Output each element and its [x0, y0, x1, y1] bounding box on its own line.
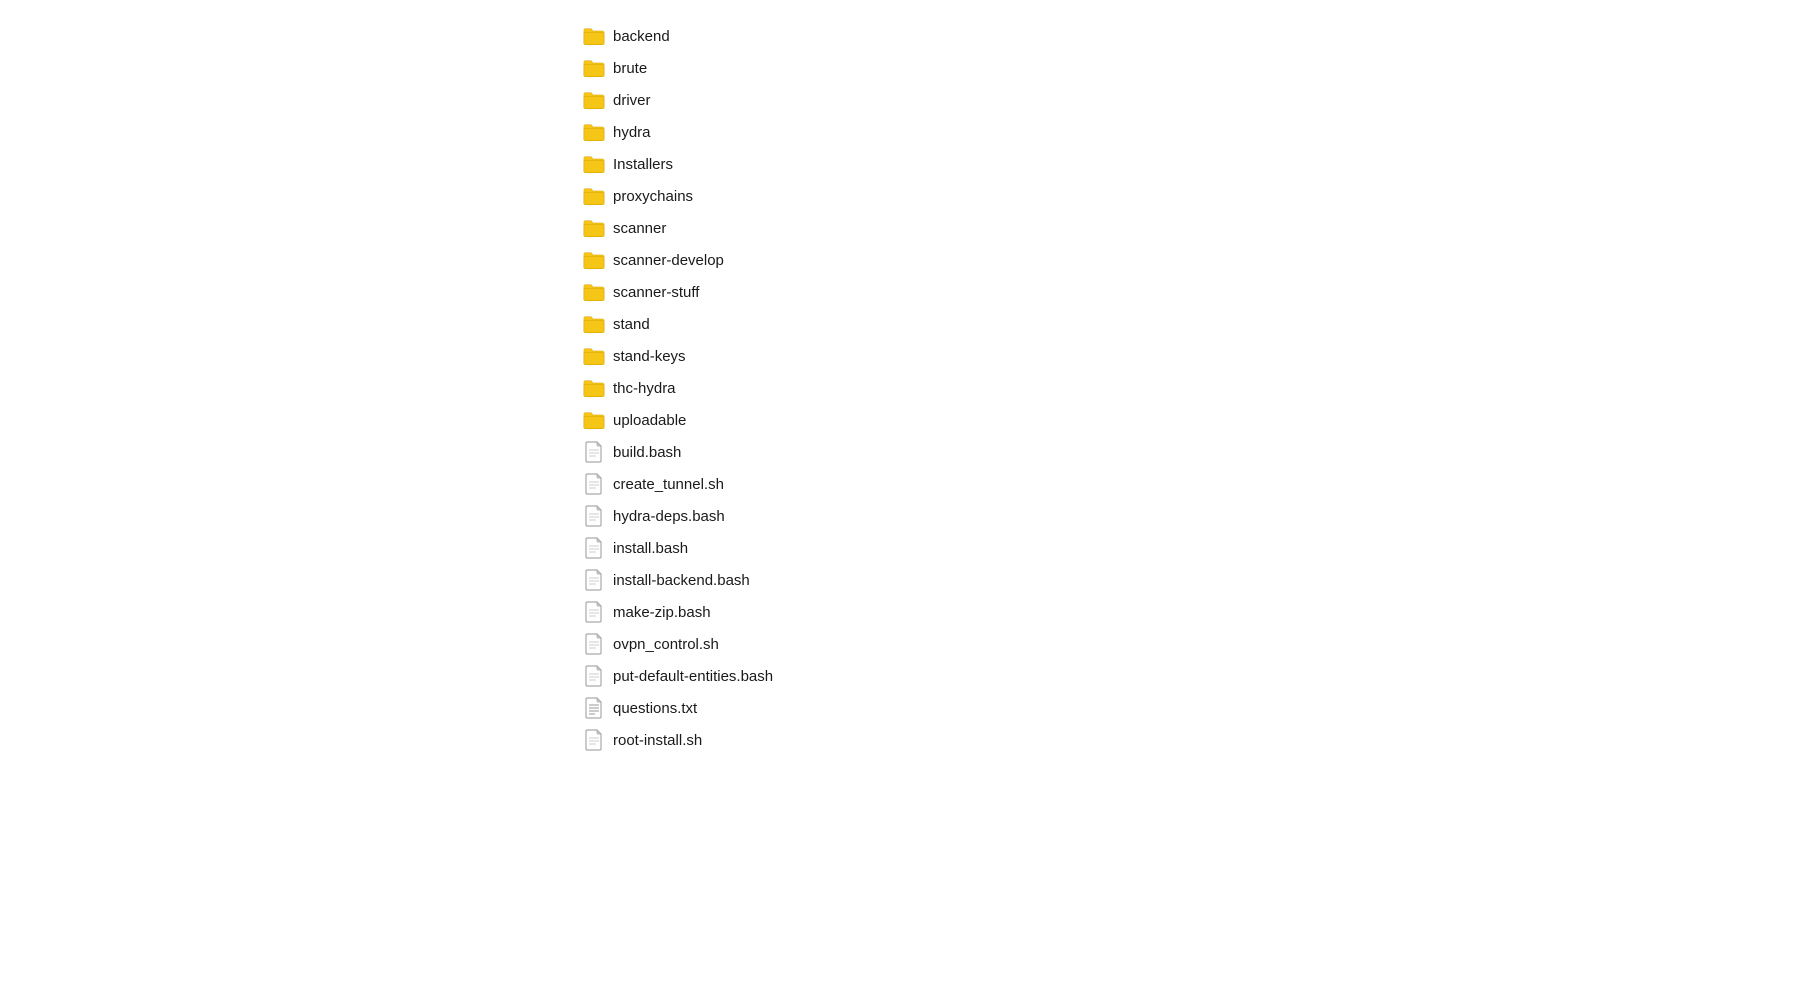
item-name: hydra: [613, 124, 651, 141]
file-icon: [583, 633, 605, 655]
file-icon: [583, 537, 605, 559]
list-item[interactable]: install.bash: [575, 532, 1800, 564]
file-icon: [583, 505, 605, 527]
list-item[interactable]: create_tunnel.sh: [575, 468, 1800, 500]
item-name: build.bash: [613, 444, 681, 461]
item-name: scanner: [613, 220, 666, 237]
item-name: scanner-develop: [613, 252, 724, 269]
item-name: backend: [613, 28, 670, 45]
item-name: install-backend.bash: [613, 572, 750, 589]
list-item[interactable]: hydra-deps.bash: [575, 500, 1800, 532]
item-name: root-install.sh: [613, 732, 702, 749]
file-list: backend brute driver hydra Installers pr…: [575, 0, 1800, 776]
folder-icon: [583, 89, 605, 111]
list-item[interactable]: hydra: [575, 116, 1800, 148]
folder-icon: [583, 153, 605, 175]
folder-icon: [583, 25, 605, 47]
file-icon: [583, 569, 605, 591]
list-item[interactable]: stand: [575, 308, 1800, 340]
item-name: install.bash: [613, 540, 688, 557]
list-item[interactable]: Installers: [575, 148, 1800, 180]
item-name: hydra-deps.bash: [613, 508, 725, 525]
file-icon: [583, 665, 605, 687]
item-name: Installers: [613, 156, 673, 173]
item-name: stand-keys: [613, 348, 686, 365]
list-item[interactable]: uploadable: [575, 404, 1800, 436]
folder-icon: [583, 217, 605, 239]
file-icon: [583, 601, 605, 623]
file-icon: [583, 729, 605, 751]
list-item[interactable]: scanner-develop: [575, 244, 1800, 276]
folder-icon: [583, 377, 605, 399]
item-name: scanner-stuff: [613, 284, 699, 301]
list-item[interactable]: root-install.sh: [575, 724, 1800, 756]
folder-icon: [583, 57, 605, 79]
item-name: driver: [613, 92, 651, 109]
list-item[interactable]: scanner-stuff: [575, 276, 1800, 308]
list-item[interactable]: brute: [575, 52, 1800, 84]
item-name: make-zip.bash: [613, 604, 711, 621]
list-item[interactable]: proxychains: [575, 180, 1800, 212]
list-item[interactable]: ovpn_control.sh: [575, 628, 1800, 660]
file-icon: [583, 473, 605, 495]
folder-icon: [583, 281, 605, 303]
item-name: brute: [613, 60, 647, 77]
list-item[interactable]: thc-hydra: [575, 372, 1800, 404]
list-item[interactable]: driver: [575, 84, 1800, 116]
item-name: create_tunnel.sh: [613, 476, 724, 493]
folder-icon: [583, 345, 605, 367]
list-item[interactable]: install-backend.bash: [575, 564, 1800, 596]
list-item[interactable]: put-default-entities.bash: [575, 660, 1800, 692]
list-item[interactable]: scanner: [575, 212, 1800, 244]
folder-icon: [583, 121, 605, 143]
folder-icon: [583, 313, 605, 335]
list-item[interactable]: backend: [575, 20, 1800, 52]
item-name: put-default-entities.bash: [613, 668, 773, 685]
item-name: uploadable: [613, 412, 686, 429]
list-item[interactable]: build.bash: [575, 436, 1800, 468]
item-name: proxychains: [613, 188, 693, 205]
folder-icon: [583, 249, 605, 271]
item-name: thc-hydra: [613, 380, 676, 397]
folder-icon: [583, 409, 605, 431]
list-item[interactable]: make-zip.bash: [575, 596, 1800, 628]
item-name: questions.txt: [613, 700, 697, 717]
file-icon: [583, 441, 605, 463]
list-item[interactable]: stand-keys: [575, 340, 1800, 372]
item-name: stand: [613, 316, 650, 333]
file-lines-icon: [583, 697, 605, 719]
list-item[interactable]: questions.txt: [575, 692, 1800, 724]
item-name: ovpn_control.sh: [613, 636, 719, 653]
folder-icon: [583, 185, 605, 207]
